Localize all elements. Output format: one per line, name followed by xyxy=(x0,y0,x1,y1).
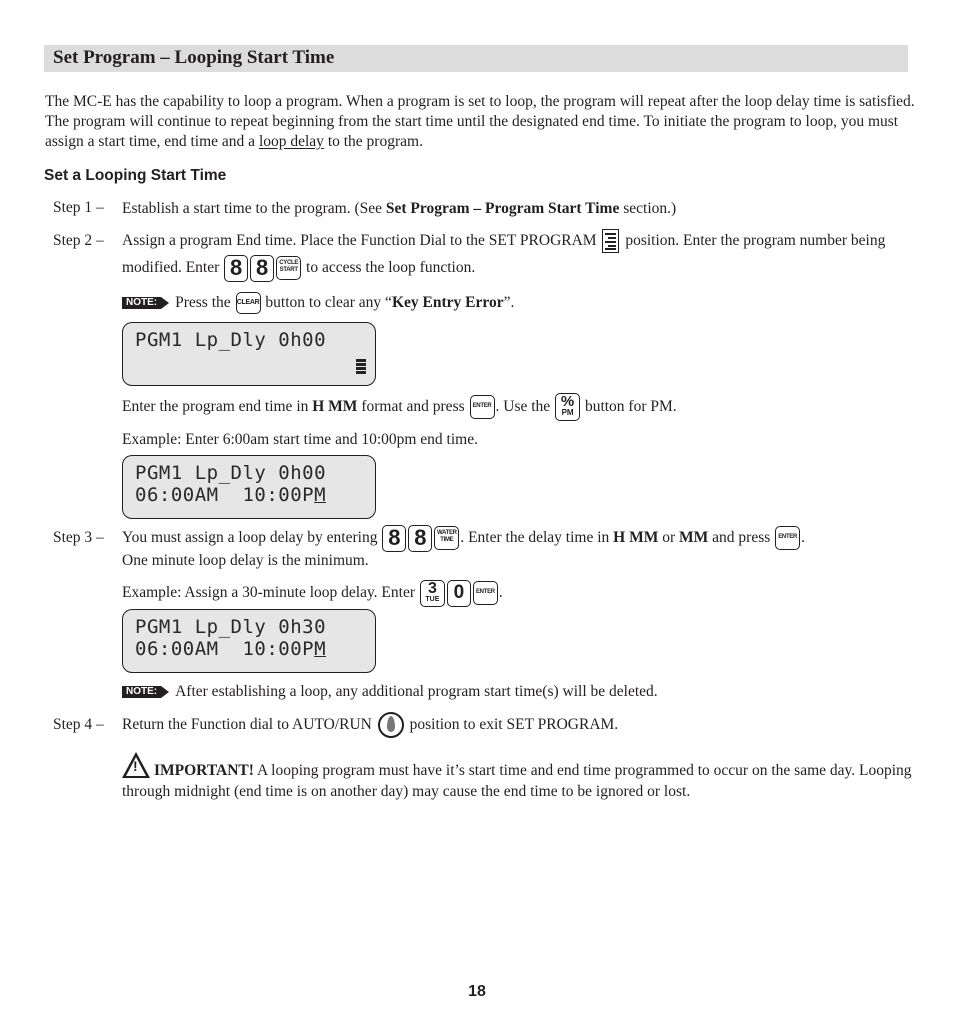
key-enter[interactable]: ENTER xyxy=(469,395,495,420)
key-0[interactable]: 0 xyxy=(446,579,471,607)
intro-paragraph: The MC-E has the capability to loop a pr… xyxy=(45,93,915,150)
step-3-line2: One minute loop delay is the minimum. xyxy=(122,552,369,569)
key-3-tue[interactable]: 3 TUE xyxy=(419,579,445,607)
step-1-body: Establish a start time to the program. (… xyxy=(122,200,677,217)
step-4-label: Step 4 – xyxy=(53,716,104,733)
set-program-icon xyxy=(602,229,620,254)
step-2-example: Example: Enter 6:00am start time and 10:… xyxy=(122,431,478,448)
end-time-instruction: Enter the program end time in H MM forma… xyxy=(122,393,912,422)
warning-icon xyxy=(122,752,150,778)
subheading: Set a Looping Start Time xyxy=(44,167,227,184)
step-2-body: Assign a program End time. Place the Fun… xyxy=(122,227,912,282)
lcd-display-2: PGM1 Lp_Dly 0h00 06:00AM 10:00PM xyxy=(122,455,376,519)
note-badge: NOTE: xyxy=(122,686,170,699)
step-4-body: Return the Function dial to AUTO/RUN pos… xyxy=(122,711,912,739)
key-enter[interactable]: ENTER xyxy=(472,581,498,606)
key-percent-pm[interactable]: % PM xyxy=(555,393,581,422)
step-1-label: Step 1 – xyxy=(53,199,104,216)
key-cycle-start[interactable]: CYCLE START xyxy=(276,256,302,281)
important-notice: IMPORTANT! A looping program must have i… xyxy=(122,752,912,802)
note-badge: NOTE: xyxy=(122,297,170,310)
step-3-example: Example: Assign a 30-minute loop delay. … xyxy=(122,579,912,607)
key-8[interactable]: 8 xyxy=(224,254,249,282)
step-2-label: Step 2 – xyxy=(53,232,104,249)
step-3-label: Step 3 – xyxy=(53,529,104,546)
lcd-display-3: PGM1 Lp_Dly 0h30 06:00AM 10:00PM xyxy=(122,609,376,673)
lcd-display-1: PGM1 Lp_Dly 0h00 xyxy=(122,322,376,386)
loop-delay-link: loop delay xyxy=(258,133,324,150)
step-2-note: NOTE: Press the CLEAR button to clear any… xyxy=(122,289,912,316)
key-clear[interactable]: CLEAR xyxy=(235,292,261,315)
auto-run-dial-icon xyxy=(377,712,404,739)
lcd-cursor-block xyxy=(356,359,366,375)
page-number: 18 xyxy=(468,983,486,1000)
key-8[interactable]: 8 xyxy=(250,254,275,282)
section-title: Set Program – Looping Start Time xyxy=(53,47,335,68)
step-3-note: NOTE: After establishing a loop, any addi… xyxy=(122,678,912,705)
section-header: Set Program – Looping Start Time xyxy=(44,45,908,72)
